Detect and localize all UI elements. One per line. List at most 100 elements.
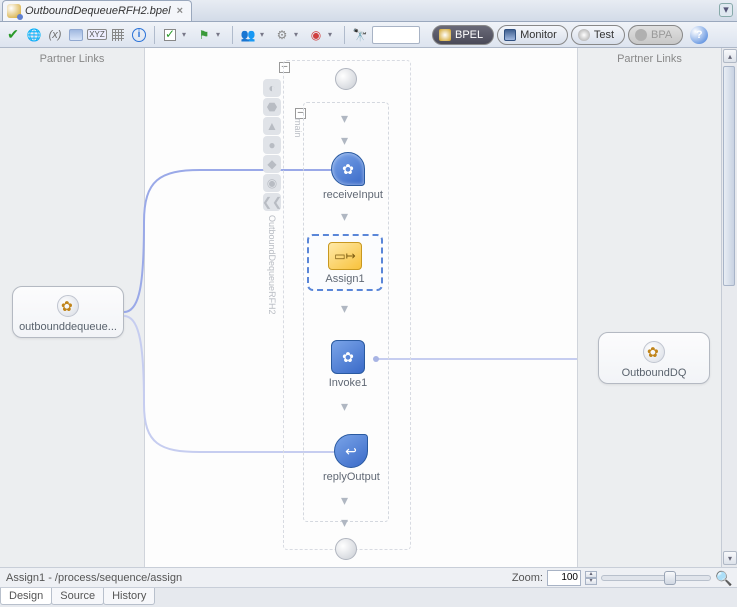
validate-button[interactable]: ✔ bbox=[4, 26, 22, 44]
palette-item-3[interactable]: ▲ bbox=[263, 117, 281, 135]
mode-test-label: Test bbox=[594, 29, 614, 41]
arrow-icon: ▾ bbox=[341, 132, 348, 149]
bpel-mode-icon bbox=[439, 29, 451, 41]
right-partner-links-pane: Partner Links OutboundDQ bbox=[577, 48, 721, 567]
receive-activity[interactable]: ✿ receiveInput bbox=[323, 152, 373, 201]
close-tab-icon[interactable]: × bbox=[175, 6, 185, 16]
info-button[interactable]: i bbox=[130, 26, 148, 44]
globe-button[interactable]: 🌐 bbox=[25, 26, 43, 44]
history-icon bbox=[69, 29, 83, 41]
spinner-down-icon[interactable]: ▾ bbox=[585, 578, 597, 585]
scroll-up-button[interactable]: ▴ bbox=[723, 49, 737, 63]
mode-bpa-label: BPA bbox=[651, 29, 672, 41]
partner-link-outbounddequeue[interactable]: outbounddequeue... bbox=[12, 286, 124, 338]
palette-item-2[interactable]: ⬣ bbox=[263, 98, 281, 116]
people-button[interactable]: 👥 bbox=[239, 26, 257, 44]
people-icon: 👥 bbox=[241, 28, 256, 42]
editor-main: Partner Links outbounddequeue... – – mai… bbox=[0, 48, 737, 567]
assign-label: Assign1 bbox=[313, 273, 377, 285]
partner-link-outbounddq[interactable]: OutboundDQ bbox=[598, 332, 710, 384]
history-button[interactable] bbox=[67, 26, 85, 44]
checkbox-icon bbox=[164, 29, 176, 41]
mode-bpel-button[interactable]: BPEL bbox=[432, 25, 494, 45]
toolbar-separator bbox=[154, 26, 155, 44]
arrow-icon: ▾ bbox=[341, 492, 348, 509]
partner-link-label: outbounddequeue... bbox=[17, 321, 119, 333]
tab-source[interactable]: Source bbox=[51, 588, 104, 605]
palette-item-6[interactable]: ◉ bbox=[263, 174, 281, 192]
dropdown-icon[interactable]: ▾ bbox=[260, 30, 270, 39]
assign-icon: ▭↦ bbox=[328, 242, 362, 270]
test-mode-icon bbox=[578, 29, 590, 41]
mode-bpel-label: BPEL bbox=[455, 29, 483, 41]
breadcrumb: Assign1 - /process/sequence/assign bbox=[6, 572, 182, 584]
gear-icon bbox=[643, 341, 665, 363]
palette-item-5[interactable]: ◆ bbox=[263, 155, 281, 173]
spinner-up-icon[interactable]: ▴ bbox=[585, 571, 597, 578]
zoom-spinner[interactable]: ▴▾ bbox=[585, 571, 597, 585]
bpel-file-icon bbox=[7, 4, 21, 18]
zoom-controls: Zoom: ▴▾ 🔍 bbox=[512, 570, 731, 586]
left-partner-links-pane: Partner Links outbounddequeue... bbox=[0, 48, 145, 567]
view-tabs: Design Source History bbox=[0, 587, 737, 607]
partner-links-header-left: Partner Links bbox=[0, 48, 144, 70]
zoom-slider[interactable] bbox=[601, 575, 711, 581]
variables-button[interactable]: (x) bbox=[46, 26, 64, 44]
scroll-thumb[interactable] bbox=[723, 66, 735, 286]
arrow-icon: ▾ bbox=[341, 208, 348, 225]
reply-activity[interactable]: ↩ replyOutput bbox=[323, 434, 379, 483]
flag-icon: ⚑ bbox=[199, 28, 210, 42]
vertical-scrollbar[interactable]: ▴ ▾ bbox=[721, 48, 737, 567]
xyz-button[interactable]: XYZ bbox=[88, 26, 106, 44]
scroll-down-button[interactable]: ▾ bbox=[723, 551, 737, 565]
find-button[interactable]: 🔭 bbox=[351, 26, 369, 44]
file-tab[interactable]: OutboundDequeueRFH2.bpel × bbox=[2, 0, 192, 21]
bpa-mode-icon bbox=[635, 29, 647, 41]
dropdown-icon[interactable]: ▾ bbox=[216, 30, 226, 39]
process-start[interactable] bbox=[335, 68, 357, 90]
zoom-slider-thumb[interactable] bbox=[664, 571, 676, 585]
dropdown-icon[interactable]: ▾ bbox=[294, 30, 304, 39]
reply-icon: ↩ bbox=[334, 434, 368, 468]
bpel-canvas[interactable]: – – main ◐ ⬣ ▲ ● ◆ ◉ ❮❮ OutboundDequeueR… bbox=[145, 48, 577, 567]
gears-button[interactable]: ⚙ bbox=[273, 26, 291, 44]
flag-button[interactable]: ⚑ bbox=[195, 26, 213, 44]
process-end[interactable] bbox=[335, 538, 357, 560]
invoke-activity[interactable]: ✿ Invoke1 bbox=[323, 340, 373, 389]
receive-icon: ✿ bbox=[331, 152, 365, 186]
mode-monitor-label: Monitor bbox=[520, 29, 557, 41]
palette-item-1[interactable]: ◐ bbox=[263, 79, 281, 97]
monitor-mode-icon bbox=[504, 29, 516, 41]
zoom-reset-button[interactable]: 🔍 bbox=[715, 570, 731, 586]
editor-toolbar: ✔ 🌐 (x) XYZ i ▾ ⚑▾ 👥▾ ⚙▾ ◉▾ 🔭 BPEL Monit… bbox=[0, 22, 737, 48]
invoke-label: Invoke1 bbox=[323, 377, 373, 389]
mode-monitor-button[interactable]: Monitor bbox=[497, 25, 568, 45]
zoom-input[interactable] bbox=[547, 570, 581, 586]
status-bar: Assign1 - /process/sequence/assign Zoom:… bbox=[0, 567, 737, 587]
palette-item-7[interactable]: ❮❮ bbox=[263, 193, 281, 211]
tab-design[interactable]: Design bbox=[0, 588, 52, 605]
toolbar-separator bbox=[344, 26, 345, 44]
find-input[interactable] bbox=[372, 26, 420, 44]
toolbar-separator bbox=[232, 26, 233, 44]
sensor-button[interactable]: ◉ bbox=[307, 26, 325, 44]
grid-icon bbox=[112, 29, 124, 41]
tab-list-dropdown[interactable]: ▾ bbox=[719, 3, 733, 17]
palette-item-4[interactable]: ● bbox=[263, 136, 281, 154]
variable-icon: (x) bbox=[49, 29, 62, 41]
palette-label: OutboundDequeueRFH2 bbox=[267, 215, 277, 315]
receive-label: receiveInput bbox=[323, 189, 373, 201]
assign-activity[interactable]: ▭↦ Assign1 bbox=[307, 234, 383, 291]
globe-icon: 🌐 bbox=[27, 28, 42, 42]
help-button[interactable]: ? bbox=[690, 26, 708, 44]
arrow-icon: ▾ bbox=[341, 110, 348, 127]
binoculars-icon: 🔭 bbox=[353, 28, 368, 42]
partner-link-label: OutboundDQ bbox=[603, 367, 705, 379]
tab-history[interactable]: History bbox=[103, 588, 155, 605]
mode-bpa-button: BPA bbox=[628, 25, 683, 45]
check-toggle-button[interactable] bbox=[161, 26, 179, 44]
dropdown-icon[interactable]: ▾ bbox=[182, 30, 192, 39]
mode-test-button[interactable]: Test bbox=[571, 25, 625, 45]
dropdown-icon[interactable]: ▾ bbox=[328, 30, 338, 39]
grid-button[interactable] bbox=[109, 26, 127, 44]
